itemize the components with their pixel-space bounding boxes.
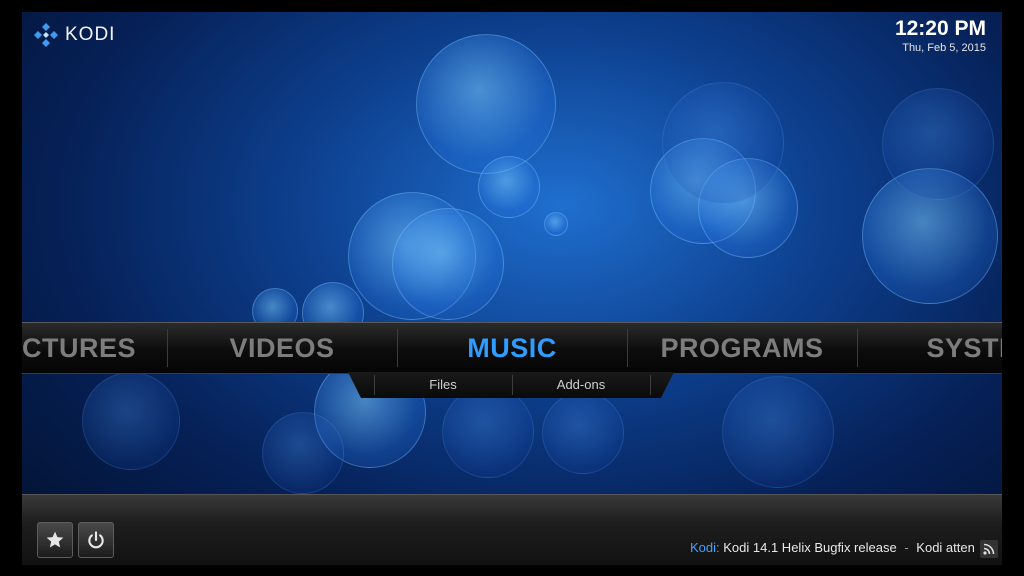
menu-item-system[interactable]: SYSTE (857, 323, 1002, 373)
bokeh-circle (416, 34, 556, 174)
rss-button[interactable] (980, 540, 998, 558)
bokeh-circle (442, 386, 534, 478)
power-icon (88, 531, 104, 549)
star-icon (46, 531, 64, 548)
main-menu-bar: CTURES VIDEOS MUSIC PROGRAMS SYSTE (22, 322, 1002, 374)
kodi-logo: KODI (33, 22, 115, 48)
menu-item-programs[interactable]: PROGRAMS (627, 323, 857, 373)
kodi-logo-text: KODI (65, 24, 116, 45)
bokeh-circle (392, 208, 504, 320)
bokeh-circle (544, 212, 568, 236)
favourites-button[interactable] (37, 522, 73, 558)
power-button[interactable] (78, 522, 114, 558)
ticker-next-headline: Kodi atten (916, 540, 975, 555)
rss-icon (983, 543, 995, 555)
ticker-headline: Kodi 14.1 Helix Bugfix release (723, 540, 897, 555)
bokeh-circle (262, 412, 344, 494)
submenu-separator (650, 375, 651, 395)
clock: 12:20 PM Thu, Feb 5, 2015 (895, 17, 986, 54)
background-wallpaper (22, 12, 1002, 564)
kodi-logo-icon (33, 22, 59, 48)
clock-time: 12:20 PM (894, 17, 986, 40)
submenu-item-files[interactable]: Files (374, 372, 512, 398)
bokeh-circle (882, 88, 994, 200)
menu-item-videos[interactable]: VIDEOS (167, 323, 397, 373)
menu-item-music[interactable]: MUSIC (397, 323, 627, 373)
news-ticker: Kodi: Kodi 14.1 Helix Bugfix release - K… (690, 540, 978, 555)
bokeh-circle (478, 156, 540, 218)
ticker-source: Kodi: (690, 540, 720, 555)
bokeh-circle (662, 82, 784, 204)
ticker-separator: - (904, 540, 909, 555)
bokeh-circle (722, 376, 834, 488)
bokeh-circle (542, 392, 624, 474)
music-submenu: Files Add-ons (348, 372, 674, 398)
submenu-item-addons[interactable]: Add-ons (512, 372, 650, 398)
clock-date: Thu, Feb 5, 2015 (902, 42, 986, 54)
bokeh-circle (82, 372, 180, 470)
